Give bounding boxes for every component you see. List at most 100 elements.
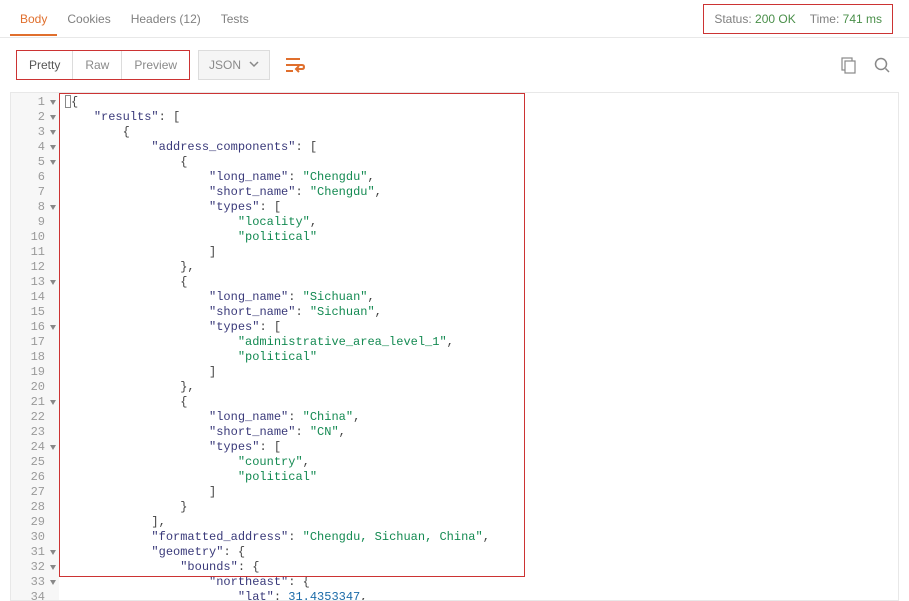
search-icon — [873, 56, 891, 74]
code-line[interactable]: "country", — [65, 455, 898, 470]
code-line[interactable]: "political" — [65, 230, 898, 245]
code-line[interactable]: "lat": 31.4353347, — [65, 590, 898, 600]
code-line[interactable]: ] — [65, 245, 898, 260]
status-block: Status: 200 OK — [714, 12, 795, 26]
view-pretty-button[interactable]: Pretty — [17, 51, 73, 79]
line-number: 28 — [11, 500, 59, 515]
line-number[interactable]: 24 — [11, 440, 59, 455]
line-number: 7 — [11, 185, 59, 200]
line-number: 26 — [11, 470, 59, 485]
line-number: 12 — [11, 260, 59, 275]
line-number[interactable]: 16 — [11, 320, 59, 335]
line-number: 18 — [11, 350, 59, 365]
code-line[interactable]: }, — [65, 260, 898, 275]
code-line[interactable]: "political" — [65, 470, 898, 485]
line-number: 30 — [11, 530, 59, 545]
response-tabs-row: Body Cookies Headers (12) Tests Status: … — [0, 0, 909, 38]
code-line[interactable]: "political" — [65, 350, 898, 365]
line-number: 6 — [11, 170, 59, 185]
code-line[interactable]: "formatted_address": "Chengdu, Sichuan, … — [65, 530, 898, 545]
response-meta: Status: 200 OK Time: 741 ms — [703, 4, 893, 34]
copy-icon — [839, 56, 857, 74]
line-number[interactable]: 32 — [11, 560, 59, 575]
line-number[interactable]: 31 — [11, 545, 59, 560]
line-number: 17 — [11, 335, 59, 350]
view-preview-button[interactable]: Preview — [122, 51, 189, 79]
search-button[interactable] — [871, 54, 893, 76]
tab-headers[interactable]: Headers (12) — [121, 1, 211, 36]
line-number: 20 — [11, 380, 59, 395]
line-number[interactable]: 33 — [11, 575, 59, 590]
tab-tests[interactable]: Tests — [211, 1, 259, 36]
code-line[interactable]: "short_name": "Sichuan", — [65, 305, 898, 320]
line-number: 25 — [11, 455, 59, 470]
line-number: 15 — [11, 305, 59, 320]
view-mode-group: Pretty Raw Preview — [16, 50, 190, 80]
line-number: 23 — [11, 425, 59, 440]
line-number: 29 — [11, 515, 59, 530]
code-line[interactable]: "administrative_area_level_1", — [65, 335, 898, 350]
code-line[interactable]: "bounds": { — [65, 560, 898, 575]
status-label: Status: — [714, 12, 751, 26]
body-toolbar: Pretty Raw Preview JSON — [0, 38, 909, 92]
code-line[interactable]: }, — [65, 380, 898, 395]
wrap-lines-button[interactable] — [280, 50, 310, 80]
line-gutter: 1234567891011121314151617181920212223242… — [11, 93, 59, 600]
line-number[interactable]: 8 — [11, 200, 59, 215]
time-block: Time: 741 ms — [810, 12, 882, 26]
line-number: 27 — [11, 485, 59, 500]
line-number: 14 — [11, 290, 59, 305]
line-number: 34 — [11, 590, 59, 600]
line-number: 10 — [11, 230, 59, 245]
code-line[interactable]: ], — [65, 515, 898, 530]
line-number[interactable]: 13 — [11, 275, 59, 290]
format-selected: JSON — [209, 58, 241, 72]
line-number: 9 — [11, 215, 59, 230]
format-dropdown[interactable]: JSON — [198, 50, 270, 80]
status-value: 200 OK — [755, 12, 796, 26]
chevron-down-icon — [249, 58, 259, 72]
line-number: 11 — [11, 245, 59, 260]
line-number[interactable]: 2 — [11, 110, 59, 125]
response-tabs: Body Cookies Headers (12) Tests — [10, 1, 259, 36]
code-scroll[interactable]: 1234567891011121314151617181920212223242… — [11, 93, 898, 600]
code-line[interactable]: { — [65, 395, 898, 410]
code-line[interactable]: "short_name": "CN", — [65, 425, 898, 440]
line-number[interactable]: 3 — [11, 125, 59, 140]
code-line[interactable]: } — [65, 500, 898, 515]
code-line[interactable]: "types": [ — [65, 320, 898, 335]
line-number[interactable]: 5 — [11, 155, 59, 170]
code-line[interactable]: ] — [65, 365, 898, 380]
code-line[interactable]: "locality", — [65, 215, 898, 230]
code-content[interactable]: { "results": [ { "address_components": [… — [59, 93, 898, 600]
time-value: 741 ms — [843, 12, 882, 26]
code-line[interactable]: "long_name": "Chengdu", — [65, 170, 898, 185]
line-number: 19 — [11, 365, 59, 380]
tab-cookies[interactable]: Cookies — [57, 1, 120, 36]
line-number[interactable]: 4 — [11, 140, 59, 155]
code-line[interactable]: { — [65, 275, 898, 290]
code-line[interactable]: "long_name": "Sichuan", — [65, 290, 898, 305]
code-line[interactable]: ] — [65, 485, 898, 500]
toolbar-right — [837, 54, 893, 76]
code-line[interactable]: "short_name": "Chengdu", — [65, 185, 898, 200]
time-label: Time: — [810, 12, 840, 26]
tab-body[interactable]: Body — [10, 1, 57, 36]
code-line[interactable]: "northeast": { — [65, 575, 898, 590]
line-number[interactable]: 21 — [11, 395, 59, 410]
code-line[interactable]: "types": [ — [65, 440, 898, 455]
code-line[interactable]: "types": [ — [65, 200, 898, 215]
code-line[interactable]: "geometry": { — [65, 545, 898, 560]
code-line[interactable]: "address_components": [ — [65, 140, 898, 155]
line-number: 22 — [11, 410, 59, 425]
code-line[interactable]: "long_name": "China", — [65, 410, 898, 425]
code-line[interactable]: { — [65, 95, 898, 110]
code-panel: 1234567891011121314151617181920212223242… — [10, 92, 899, 601]
code-line[interactable]: { — [65, 125, 898, 140]
code-line[interactable]: { — [65, 155, 898, 170]
code-line[interactable]: "results": [ — [65, 110, 898, 125]
view-raw-button[interactable]: Raw — [73, 51, 122, 79]
wrap-icon — [285, 57, 305, 73]
copy-button[interactable] — [837, 54, 859, 76]
line-number[interactable]: 1 — [11, 95, 59, 110]
